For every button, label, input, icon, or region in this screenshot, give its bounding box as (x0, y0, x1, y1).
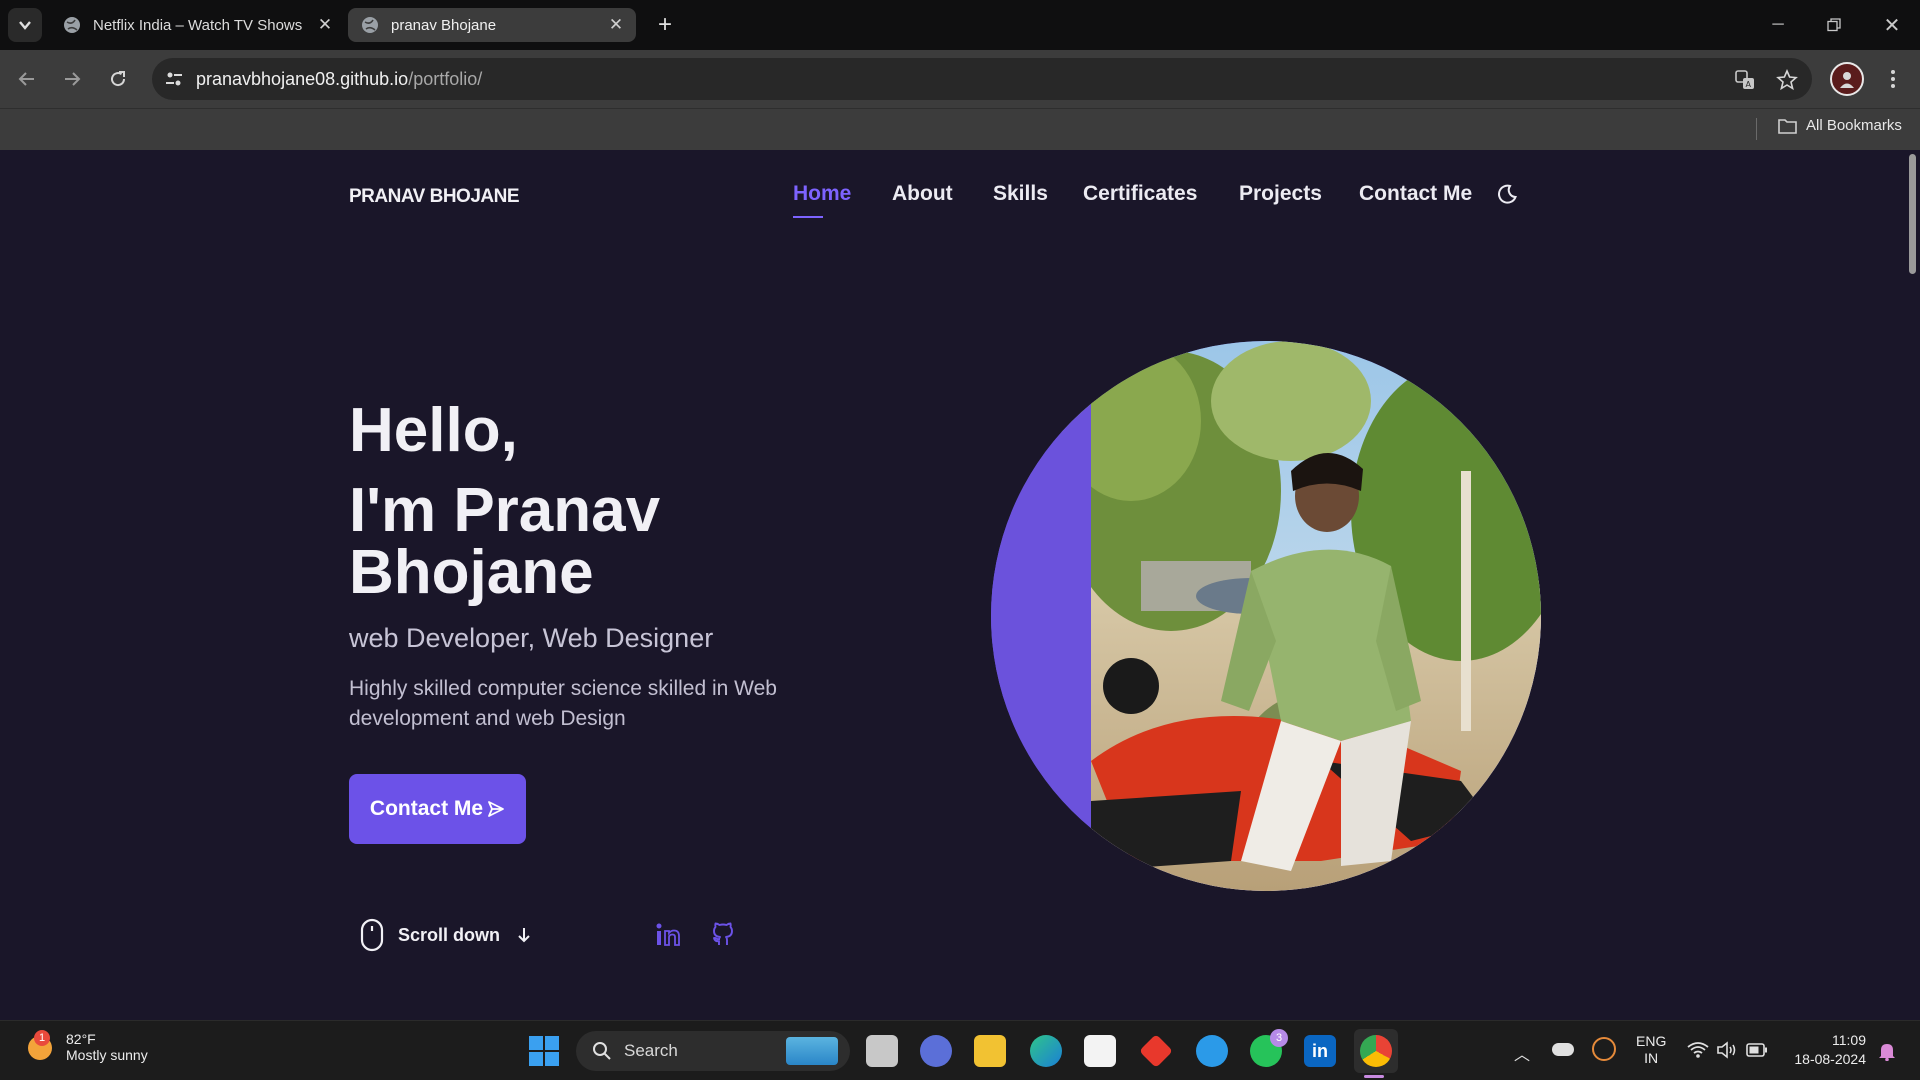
sun-cloud-icon: 1 (26, 1030, 56, 1062)
tab-search-chevron-icon[interactable] (8, 8, 42, 42)
page-scrollbar[interactable] (1904, 150, 1920, 1020)
url-path: /portfolio/ (408, 68, 483, 89)
region-code: IN (1644, 1050, 1659, 1066)
all-bookmarks-button[interactable]: All Bookmarks (1778, 117, 1902, 134)
nav-contact-me[interactable]: Contact Me (1359, 182, 1472, 206)
hero-description: Highly skilled computer science skilled … (349, 677, 777, 730)
weather-badge: 1 (34, 1030, 50, 1046)
arrow-down-icon (518, 928, 530, 943)
globe-icon (362, 17, 378, 33)
weather-desc: Mostly sunny (66, 1047, 148, 1063)
anydesk-icon[interactable] (1139, 1034, 1173, 1068)
edge-icon[interactable] (1030, 1035, 1062, 1067)
whatsapp-icon[interactable]: 3 (1250, 1029, 1288, 1067)
clock-date: 18-08-2024 (1794, 1051, 1866, 1067)
close-window-icon[interactable]: ✕ (1874, 10, 1910, 40)
url-host: pranavbhojane08.github.io (196, 68, 409, 89)
contact-me-button[interactable]: Contact Me (349, 774, 526, 844)
linkedin-icon[interactable] (655, 922, 681, 948)
tab-title: Netflix India – Watch TV Shows (93, 16, 303, 34)
folder-icon (1778, 118, 1797, 134)
globe-icon (64, 17, 80, 33)
volume-icon[interactable] (1716, 1041, 1738, 1059)
minimize-icon[interactable]: ─ (1760, 10, 1796, 40)
clock-time: 11:09 (1832, 1032, 1866, 1048)
bookmarks-bar: All Bookmarks (0, 108, 1920, 150)
translate-icon[interactable]: A (1734, 69, 1756, 91)
profile-avatar-icon[interactable] (1830, 62, 1864, 96)
new-tab-icon[interactable]: + (650, 10, 680, 40)
site-info-icon[interactable] (164, 69, 184, 89)
chrome-icon[interactable] (1360, 1035, 1392, 1067)
profile-photo (991, 341, 1541, 891)
back-icon[interactable] (12, 64, 42, 94)
task-view-icon[interactable] (866, 1035, 898, 1067)
scroll-down-label: Scroll down (398, 924, 501, 945)
address-bar[interactable]: pranavbhojane08.github.io/portfolio/ A (152, 58, 1812, 100)
send-icon (488, 801, 504, 817)
forward-icon[interactable] (57, 64, 87, 94)
windows-taskbar: 1 82°F Mostly sunny Search 3 in ︿ ENG IN… (0, 1020, 1920, 1080)
restore-icon[interactable] (1816, 10, 1852, 40)
hero-subtitle: web Developer, Web Designer (349, 623, 714, 653)
taskbar-search[interactable]: Search (576, 1031, 850, 1071)
tab-portfolio[interactable]: pranav Bhojane ✕ (348, 8, 636, 42)
help-icon[interactable] (1196, 1035, 1228, 1067)
search-placeholder: Search (624, 1041, 678, 1060)
nav-about[interactable]: About (892, 182, 953, 206)
mouse-icon (360, 918, 384, 952)
teams-icon[interactable] (920, 1035, 952, 1067)
tab-title: pranav Bhojane (391, 16, 497, 34)
weather-temp: 82°F (66, 1031, 96, 1047)
portfolio-page: PRANAV BHOJANE Home About Skills Certifi… (0, 150, 1920, 1020)
linkedin-app-icon[interactable]: in (1304, 1035, 1336, 1067)
nav-projects[interactable]: Projects (1239, 182, 1322, 206)
browser-toolbar: pranavbhojane08.github.io/portfolio/ A (0, 50, 1920, 108)
scroll-down-link[interactable]: Scroll down (360, 918, 532, 952)
github-icon[interactable] (710, 922, 736, 948)
file-explorer-icon[interactable] (974, 1035, 1006, 1067)
chrome-active-indicator (1364, 1075, 1384, 1078)
language-code: ENG (1636, 1033, 1667, 1049)
nav-home[interactable]: Home (793, 182, 851, 206)
windows-start-icon[interactable] (528, 1035, 560, 1067)
nav-skills[interactable]: Skills (993, 182, 1048, 206)
reload-icon[interactable] (103, 64, 133, 94)
scrollbar-thumb[interactable] (1909, 154, 1916, 274)
svg-text:A: A (1746, 80, 1752, 89)
tab-netflix[interactable]: Netflix India – Watch TV Shows ✕ (50, 8, 345, 42)
bookmark-divider (1756, 118, 1757, 140)
moon-icon[interactable] (1496, 183, 1518, 205)
search-highlight-icon (786, 1037, 838, 1065)
weather-widget[interactable]: 1 82°F Mostly sunny (26, 1030, 148, 1063)
language-indicator[interactable]: ENG IN (1636, 1033, 1666, 1067)
notification-bell-icon[interactable] (1878, 1041, 1896, 1061)
microsoft-store-icon[interactable] (1084, 1035, 1116, 1067)
hero-name: I'm Pranav Bhojane (349, 476, 661, 607)
clock[interactable]: 11:09 18-08-2024 (1786, 1031, 1866, 1069)
chevron-up-icon[interactable]: ︿ (1514, 1041, 1530, 1065)
menu-kebab-icon[interactable] (1878, 64, 1908, 94)
search-icon (593, 1042, 611, 1060)
close-tab-icon[interactable]: ✕ (606, 15, 626, 35)
nav-certificates[interactable]: Certificates (1083, 182, 1197, 206)
hero-greeting: Hello, (349, 396, 518, 465)
wifi-icon[interactable] (1687, 1041, 1709, 1059)
browser-tab-bar: Netflix India – Watch TV Shows ✕ pranav … (0, 0, 1920, 50)
photo-purple-edge (991, 341, 1091, 891)
site-logo[interactable]: PRANAV BHOJANE (349, 186, 520, 208)
sync-icon[interactable] (1592, 1037, 1616, 1061)
all-bookmarks-label: All Bookmarks (1806, 117, 1902, 134)
battery-icon[interactable] (1746, 1043, 1768, 1057)
nav-active-indicator (793, 216, 823, 218)
onedrive-icon[interactable] (1552, 1043, 1574, 1056)
close-tab-icon[interactable]: ✕ (315, 15, 335, 35)
whatsapp-badge: 3 (1270, 1029, 1288, 1047)
bookmark-star-icon[interactable] (1776, 69, 1798, 91)
contact-me-label: Contact Me (369, 797, 484, 820)
